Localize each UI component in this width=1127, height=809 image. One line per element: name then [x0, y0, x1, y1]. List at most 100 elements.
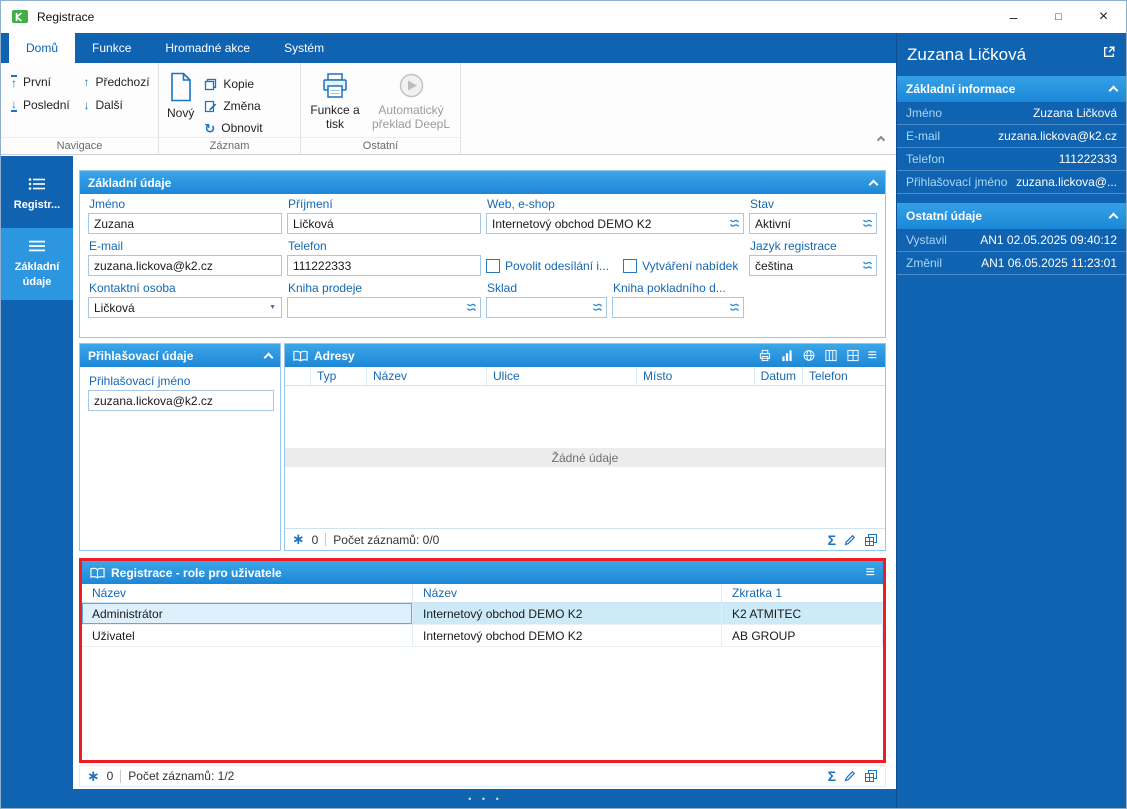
dropdown-icon[interactable] [466, 302, 477, 313]
arrow-up-icon: ↑ [83, 75, 90, 89]
cell-role-nazev[interactable]: Uživatel [82, 625, 413, 646]
edit-page-icon [205, 100, 217, 112]
collapse-chevron-icon[interactable] [263, 352, 274, 362]
cell-role-nazev[interactable]: Administrátor [82, 603, 413, 624]
previous-button[interactable]: ↑ Předchozí [84, 75, 155, 89]
kontaktni-osoba-label: Kontaktní osoba [89, 281, 176, 295]
sidebar-item-zakladni-udaje[interactable]: Základní údaje [1, 228, 73, 300]
column-nazev[interactable]: Název [367, 367, 487, 385]
table-row[interactable]: Uživatel Internetový obchod DEMO K2 AB G… [82, 625, 883, 647]
dropdown-icon[interactable] [862, 260, 873, 271]
column-nazev-role[interactable]: Název [82, 584, 413, 602]
tab-system[interactable]: Systém [267, 33, 341, 63]
telefon-field[interactable] [287, 255, 481, 276]
collapse-chevron-icon[interactable] [1108, 212, 1119, 223]
minimize-button[interactable]: – [991, 2, 1036, 33]
dots-icon: • • • [468, 793, 503, 804]
jmeno-field[interactable] [88, 213, 282, 234]
checkbox-icon[interactable] [486, 258, 500, 273]
dropdown-icon[interactable] [729, 218, 740, 229]
column-zkratka[interactable]: Zkratka 1 [722, 584, 883, 602]
vytvareni-nabidek-checkbox[interactable]: Vytváření nabídek [623, 258, 738, 273]
tab-domu[interactable]: Domů [9, 33, 76, 63]
cell-role-eshop[interactable]: Internetový obchod DEMO K2 [413, 625, 722, 646]
ribbon: ↑ První ↑ Předchozí ↓ Poslední ↓ Další N… [1, 63, 898, 155]
email-field[interactable] [88, 255, 282, 276]
maximize-button[interactable]: □ [1036, 2, 1081, 33]
kniha-pokladniho-dropdown[interactable] [612, 297, 744, 318]
column-misto[interactable]: Místo [637, 367, 755, 385]
tab-hromadne-akce[interactable]: Hromadné akce [148, 33, 267, 63]
menu-icon[interactable]: ≡ [866, 564, 875, 581]
copy-record-button[interactable]: Kopie [204, 77, 262, 91]
next-button[interactable]: ↓ Další [84, 98, 155, 112]
new-record-button[interactable]: Nový [167, 68, 194, 137]
sklad-dropdown[interactable] [486, 297, 607, 318]
combo-arrow-icon[interactable]: ▼ [267, 304, 278, 311]
open-external-icon[interactable] [1102, 45, 1116, 59]
refresh-record-button[interactable]: ↻ Obnovit [204, 121, 262, 135]
collapse-chevron-icon[interactable] [868, 179, 879, 189]
deepl-translate-button[interactable]: Automatický překlad DeepL [365, 68, 457, 137]
dropdown-icon[interactable] [862, 218, 873, 229]
dropdown-icon[interactable] [729, 302, 740, 313]
column-ulice[interactable]: Ulice [487, 367, 637, 385]
role-table-body[interactable]: Administrátor Internetový obchod DEMO K2… [82, 603, 883, 760]
flag-icon[interactable]: ∗ [292, 532, 305, 547]
adresy-table-body[interactable]: Žádné údaje [285, 386, 885, 528]
last-button[interactable]: ↓ Poslední [11, 98, 82, 112]
tab-funkce[interactable]: Funkce [75, 33, 148, 63]
sum-icon[interactable]: Σ [828, 769, 836, 783]
info-label: Jméno [906, 106, 943, 120]
jazyk-dropdown[interactable]: čeština [749, 255, 877, 276]
print-icon[interactable] [758, 349, 772, 362]
sidebar-item-registrace[interactable]: Registr... [1, 166, 73, 228]
pencil-icon[interactable] [843, 769, 857, 783]
prihlasovaci-jmeno-field[interactable] [88, 390, 274, 411]
cell-role-zkratka[interactable]: AB GROUP [722, 625, 883, 646]
cell-role-zkratka[interactable]: K2 ATMITEC [722, 603, 883, 624]
kontaktni-osoba-combo[interactable]: Ličková ▼ [88, 297, 282, 318]
sklad-label: Sklad [487, 281, 518, 295]
stav-dropdown[interactable]: Aktivní [749, 213, 877, 234]
section-zakladni-informace-header[interactable]: Základní informace [897, 76, 1126, 102]
prijmeni-field[interactable] [287, 213, 481, 234]
book-icon [90, 567, 105, 579]
copy-table-icon[interactable] [864, 533, 878, 547]
ribbon-collapse-button[interactable] [876, 132, 886, 146]
sum-icon[interactable]: Σ [828, 533, 836, 547]
first-button[interactable]: ↑ První [11, 75, 82, 89]
change-record-button[interactable]: Změna [204, 99, 262, 113]
menu-icon[interactable]: ≡ [868, 347, 877, 364]
functions-print-button[interactable]: Funkce a tisk [307, 68, 363, 137]
column-typ[interactable]: Typ [311, 367, 367, 385]
kniha-prodeje-dropdown[interactable] [287, 297, 481, 318]
column-telefon[interactable]: Telefon [803, 367, 885, 385]
flag-icon[interactable]: ∗ [87, 769, 100, 784]
column-datum[interactable]: Datum [755, 367, 803, 385]
column-nazev-eshop[interactable]: Název [413, 584, 722, 602]
panel-role-header: Registrace - role pro uživatele ≡ [82, 561, 883, 584]
copy-table-icon[interactable] [864, 769, 878, 783]
role-table-header: Název Název Zkratka 1 [82, 584, 883, 603]
splitter-handle[interactable]: • • • [73, 789, 898, 808]
collapse-chevron-icon[interactable] [1108, 85, 1119, 96]
close-button[interactable]: × [1081, 2, 1126, 33]
table-icon[interactable] [846, 349, 860, 362]
columns-icon[interactable] [824, 349, 838, 362]
email-label: E-mail [89, 239, 124, 253]
chart-icon[interactable] [780, 349, 794, 362]
povolit-odesilani-checkbox[interactable]: Povolit odesílání i... [486, 258, 609, 273]
table-row[interactable]: Administrátor Internetový obchod DEMO K2… [82, 603, 883, 625]
panel-zakladni-udaje-header: Základní údaje [80, 171, 885, 194]
web-eshop-dropdown[interactable]: Internetový obchod DEMO K2 [486, 213, 744, 234]
group-label-navigace: Navigace [1, 137, 158, 154]
dropdown-icon[interactable] [592, 302, 603, 313]
checkbox-icon[interactable] [623, 258, 638, 273]
arrow-down-icon: ↓ [83, 98, 90, 112]
pencil-icon[interactable] [843, 533, 857, 547]
web-icon[interactable] [802, 349, 816, 362]
cell-role-eshop[interactable]: Internetový obchod DEMO K2 [413, 603, 722, 624]
section-ostatni-udaje-header[interactable]: Ostatní údaje [897, 203, 1126, 229]
record-count: Počet záznamů: 0/0 [333, 532, 440, 547]
